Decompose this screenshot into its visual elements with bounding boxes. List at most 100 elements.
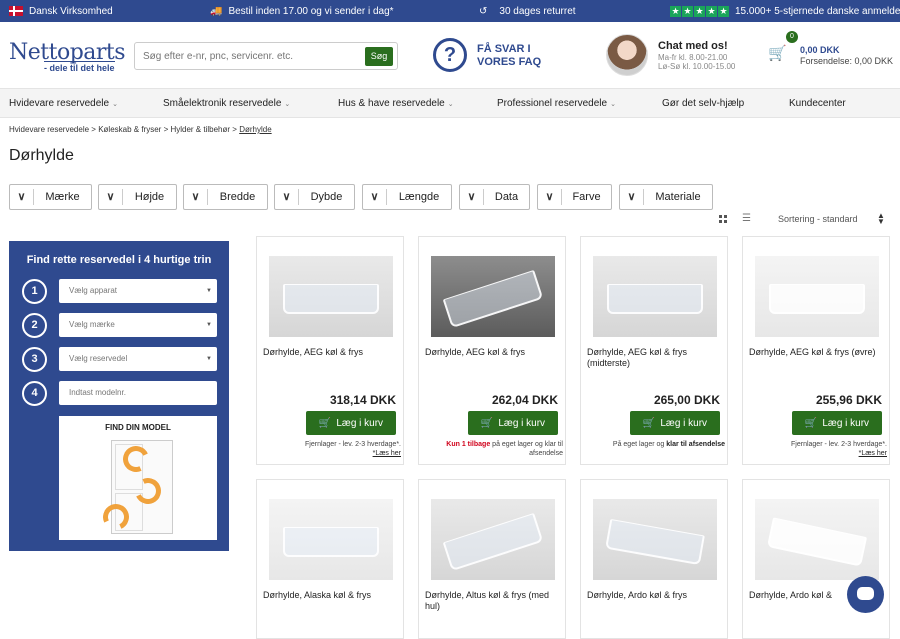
chevron-down-icon: ∨ — [99, 189, 123, 205]
product-image[interactable] — [755, 499, 879, 580]
filter-hoejde[interactable]: ∨ Højde — [98, 184, 177, 210]
faq-link[interactable]: FÅ SVAR I VORES FAQ — [477, 43, 557, 69]
select-maerke[interactable]: Vælg mærke ▼ — [59, 313, 217, 337]
stock-text: Fjernlager - lev. 2-3 hverdage*. — [791, 441, 887, 448]
grid-view-icon[interactable] — [719, 215, 727, 223]
product-image[interactable] — [755, 256, 879, 337]
product-price: 318,14 DKK — [329, 393, 396, 407]
nav-item-label: Gør det selv-hjælp — [662, 98, 745, 109]
product-card[interactable]: Dørhylde, Ardo køl & frys — [580, 479, 728, 639]
nav-item-professionel[interactable]: Professionel reservedele ⌄ — [497, 98, 616, 109]
breadcrumb-item[interactable]: Hylder & tilbehør — [170, 125, 230, 134]
product-title[interactable]: Dørhylde, AEG køl & frys — [263, 347, 399, 358]
product-image[interactable] — [431, 256, 555, 337]
add-to-cart-button[interactable]: 🛒 Læg i kurv — [306, 411, 396, 435]
chevron-down-icon: ∨ — [460, 189, 484, 205]
product-title[interactable]: Dørhylde, Altus køl & frys (med hul) — [425, 590, 561, 612]
chat-bubble-icon[interactable] — [847, 576, 884, 613]
filter-laengde[interactable]: ∨ Længde — [362, 184, 452, 210]
stock-status: Fjernlager - lev. 2-3 hverdage*. *Læs her — [261, 440, 401, 458]
part-finder: Find rette reservedel i 4 hurtige trin 1… — [9, 241, 229, 551]
breadcrumb-current[interactable]: Dørhylde — [239, 125, 271, 134]
stock-text: på eget lager og klar til afsendelse — [492, 441, 563, 457]
search-input[interactable] — [143, 48, 363, 64]
step-number: 3 — [22, 347, 47, 372]
breadcrumb-item[interactable]: Hvidevare reservedele — [9, 125, 89, 134]
product-price: 255,96 DKK — [815, 393, 882, 407]
select-reservedel[interactable]: Vælg reservedel ▼ — [59, 347, 217, 371]
caret-down-icon: ▼ — [206, 288, 212, 294]
stock-status: På eget lager og klar til afsendelse — [585, 440, 725, 449]
product-title[interactable]: Dørhylde, AEG køl & frys (øvre) — [749, 347, 885, 358]
nav-item-hvidevare[interactable]: Hvidevare reservedele ⌄ — [9, 98, 118, 109]
stock-info-link[interactable]: *Læs her — [859, 450, 887, 457]
product-image[interactable] — [269, 499, 393, 580]
chevron-down-icon: ⌄ — [284, 101, 291, 108]
product-image[interactable] — [431, 499, 555, 580]
add-to-cart-button[interactable]: 🛒 Læg i kurv — [468, 411, 558, 435]
product-card[interactable]: Dørhylde, AEG køl & frys 318,14 DKK 🛒 Læg… — [256, 236, 404, 465]
product-title[interactable]: Dørhylde, AEG køl & frys — [425, 347, 561, 358]
add-to-cart-label: Læg i kurv — [822, 417, 870, 429]
breadcrumb-item[interactable]: Køleskab & fryser — [98, 125, 161, 134]
filter-materiale[interactable]: ∨ Materiale — [619, 184, 713, 210]
product-card[interactable]: Dørhylde, AEG køl & frys (øvre) 255,96 D… — [742, 236, 890, 465]
cart-icon[interactable]: 🛒 — [768, 46, 787, 61]
product-title[interactable]: Dørhylde, Alaska køl & frys — [263, 590, 399, 601]
product-card[interactable]: Dørhylde, Altus køl & frys (med hul) — [418, 479, 566, 639]
top-bar: Dansk Virksomhed 🚚 Bestil inden 17.00 og… — [0, 0, 900, 22]
chat-hours-weekend: Lø-Sø kl. 10.00-15.00 — [658, 62, 736, 71]
search-button[interactable]: Søg — [365, 47, 393, 66]
select-label: Vælg apparat — [69, 286, 118, 295]
filter-data[interactable]: ∨ Data — [459, 184, 530, 210]
nav-item-kundecenter[interactable]: Kundecenter — [789, 98, 846, 109]
cart-icon: 🛒 — [480, 417, 494, 429]
filter-dybde[interactable]: ∨ Dybde — [274, 184, 355, 210]
product-image[interactable] — [593, 499, 717, 580]
product-card[interactable]: Dørhylde, AEG køl & frys 262,04 DKK 🛒 Læg… — [418, 236, 566, 465]
select-apparat[interactable]: Vælg apparat ▼ — [59, 279, 217, 303]
support-avatar[interactable] — [606, 34, 648, 76]
add-to-cart-label: Læg i kurv — [660, 417, 708, 429]
stock-alert: Kun 1 tilbage — [446, 441, 491, 448]
breadcrumb-separator: > — [163, 125, 169, 134]
topbar-shipping-label: Bestil inden 17.00 og vi sender i dag* — [228, 5, 394, 17]
topbar-reviews[interactable]: ★ ★ ★ ★ ★ 15.000+ 5-stjernede danske anmelde… — [670, 0, 900, 22]
filter-farve[interactable]: ∨ Farve — [537, 184, 612, 210]
list-view-icon[interactable]: ☰ — [742, 214, 751, 224]
sort-arrows-icon[interactable]: ▲ ▼ — [877, 212, 885, 226]
nav-item-smaaelektronik[interactable]: Småelektronik reservedele ⌄ — [163, 98, 290, 109]
product-image[interactable] — [593, 256, 717, 337]
topbar-reviews-label: 15.000+ 5-stjernede danske anmeldelser — [735, 5, 900, 17]
nav-item-label: Hus & have reservedele — [338, 98, 445, 109]
product-image[interactable] — [269, 256, 393, 337]
add-to-cart-label: Læg i kurv — [498, 417, 546, 429]
nav-item-hus-have[interactable]: Hus & have reservedele ⌄ — [338, 98, 454, 109]
sort-dropdown[interactable]: Sortering - standard — [778, 214, 858, 224]
filter-label: Bredde — [219, 191, 256, 203]
product-card[interactable]: Dørhylde, Alaska køl & frys — [256, 479, 404, 639]
stock-bold: klar til afsendelse — [666, 441, 725, 448]
stock-text: På eget lager og — [612, 441, 665, 448]
product-title[interactable]: Dørhylde, AEG køl & frys (midterste) — [587, 347, 723, 369]
nav-item-label: Professionel reservedele — [497, 98, 608, 109]
cart-total[interactable]: 0,00 DKK — [800, 45, 840, 55]
find-model-panel[interactable]: FIND DIN MODEL — [59, 416, 217, 540]
find-model-title: FIND DIN MODEL — [105, 423, 171, 432]
product-card[interactable]: Dørhylde, AEG køl & frys (midterste) 265… — [580, 236, 728, 465]
cart-icon: 🛒 — [642, 417, 656, 429]
add-to-cart-button[interactable]: 🛒 Læg i kurv — [792, 411, 882, 435]
return-arrow-icon: ↺ — [479, 5, 488, 17]
chevron-down-icon: ∨ — [184, 189, 208, 205]
chat-title[interactable]: Chat med os! — [658, 40, 728, 52]
question-mark-icon[interactable]: ? — [433, 38, 467, 72]
product-title[interactable]: Dørhylde, Ardo køl & frys — [587, 590, 723, 601]
filter-maerke[interactable]: ∨ Mærke — [9, 184, 92, 210]
nav-item-goer-det-selv[interactable]: Gør det selv-hjælp — [662, 98, 744, 109]
step-number: 2 — [22, 313, 47, 338]
product-card[interactable]: Dørhylde, Ardo køl & — [742, 479, 890, 639]
add-to-cart-button[interactable]: 🛒 Læg i kurv — [630, 411, 720, 435]
filter-bredde[interactable]: ∨ Bredde — [183, 184, 268, 210]
model-number-input[interactable]: Indtast modelnr. — [59, 381, 217, 405]
stock-info-link[interactable]: *Læs her — [373, 450, 401, 457]
